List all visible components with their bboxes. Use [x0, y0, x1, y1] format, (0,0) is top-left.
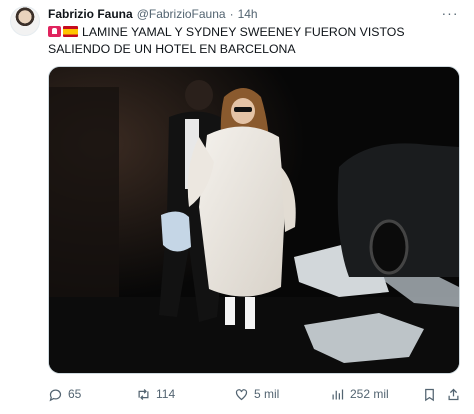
share-icon [448, 388, 459, 400]
tweet-header: Fabrizio Fauna @FabrizioFauna · 14h [48, 6, 258, 22]
retweet-icon [138, 388, 149, 400]
retweet-count: 114 [156, 387, 176, 401]
reply-button[interactable]: 65 [48, 384, 81, 404]
retweet-button[interactable]: 114 [136, 384, 175, 404]
heart-icon [235, 388, 248, 400]
tweet-text: LAMINE YAMAL Y SYDNEY SWEENEY FUERON VIS… [48, 24, 464, 58]
analytics-icon [332, 389, 344, 399]
like-button[interactable]: 5 mil [234, 384, 279, 404]
like-count: 5 mil [254, 387, 280, 401]
tweet-photo[interactable] [48, 66, 460, 374]
bookmark-icon [425, 388, 434, 401]
reply-icon [49, 389, 62, 401]
rotating-light-icon [48, 26, 61, 37]
author-name[interactable]: Fabrizio Fauna [48, 6, 133, 22]
tweet-text-content: LAMINE YAMAL Y SYDNEY SWEENEY FUERON VIS… [48, 25, 405, 56]
views-count: 252 mil [350, 387, 389, 401]
reply-count: 65 [68, 387, 82, 401]
bookmark-button[interactable] [422, 384, 437, 404]
timestamp[interactable]: 14h [238, 6, 258, 22]
views-button[interactable]: 252 mil [330, 384, 389, 404]
tweet[interactable]: Fabrizio Fauna @FabrizioFauna · 14h ··· … [0, 0, 474, 414]
spain-flag-icon [63, 26, 78, 37]
separator-dot: · [229, 7, 234, 21]
author-handle[interactable]: @FabrizioFauna [137, 6, 226, 22]
more-options-icon[interactable]: ··· [440, 4, 460, 22]
photo-illustration [49, 67, 459, 373]
avatar[interactable] [10, 6, 40, 36]
tweet-actions: 65 114 5 mil 252 mil [48, 384, 464, 404]
share-button[interactable] [446, 384, 461, 404]
